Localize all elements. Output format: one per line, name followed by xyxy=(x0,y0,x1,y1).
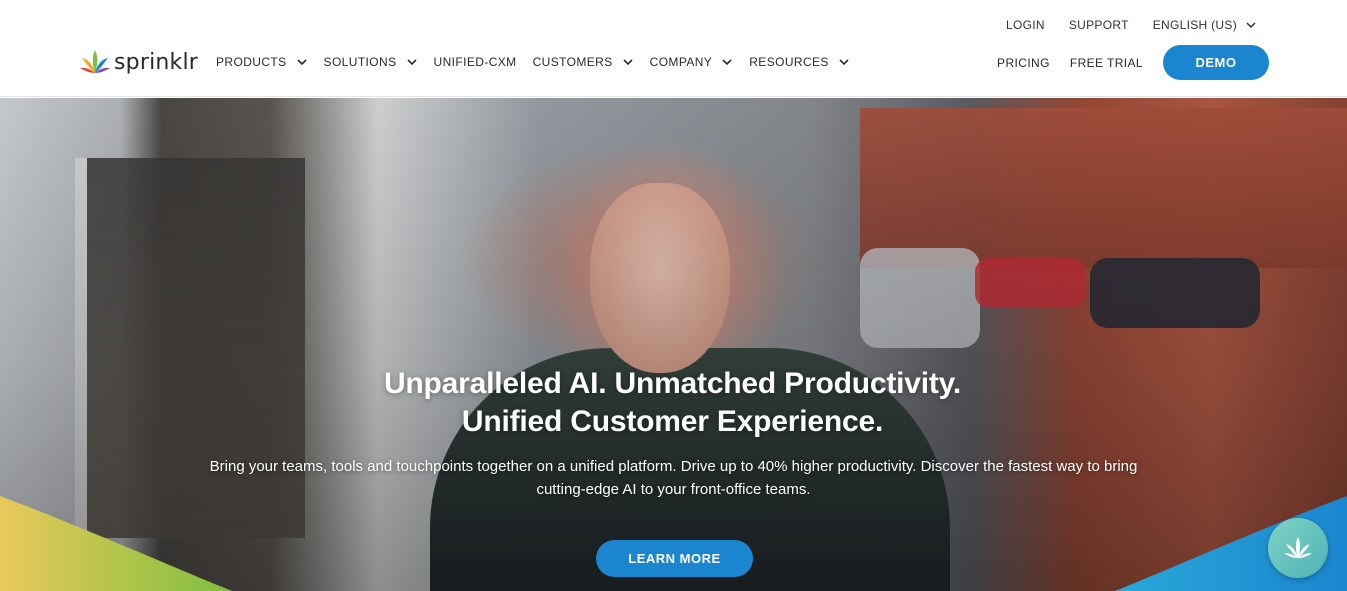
site-header: LOGIN SUPPORT ENGLISH (US) sprinklr PROD… xyxy=(0,0,1347,97)
nav-products[interactable]: PRODUCTS xyxy=(216,55,308,69)
nav-solutions-label: SOLUTIONS xyxy=(323,55,397,69)
decorative-wave-left xyxy=(0,496,232,591)
chevron-down-icon xyxy=(1246,22,1256,29)
free-trial-link[interactable]: FREE TRIAL xyxy=(1070,56,1143,70)
pricing-link[interactable]: PRICING xyxy=(997,56,1050,70)
sprinklr-logo-icon xyxy=(80,50,110,73)
nav-company[interactable]: COMPANY xyxy=(650,55,734,69)
chevron-down-icon xyxy=(839,59,849,66)
chat-widget-icon xyxy=(1284,536,1312,559)
nav-solutions[interactable]: SOLUTIONS xyxy=(324,55,418,69)
chevron-down-icon xyxy=(296,59,307,66)
hero-banner: Unparalleled AI. Unmatched Productivity.… xyxy=(0,98,1347,591)
hero-subtitle: Bring your teams, tools and touchpoints … xyxy=(209,458,1138,498)
hero-title-line-2: Unified Customer Experience. xyxy=(461,405,884,438)
chevron-down-icon xyxy=(722,59,732,66)
demo-button[interactable]: DEMO xyxy=(1163,45,1269,80)
learn-more-button[interactable]: LEARN MORE xyxy=(596,540,753,577)
support-link[interactable]: SUPPORT xyxy=(1069,18,1129,32)
chevron-down-icon xyxy=(623,59,633,66)
hero-title-line-1: Unparalleled AI. Unmatched Productivity. xyxy=(383,367,962,400)
main-nav: PRODUCTS SOLUTIONS UNIFIED-CXM CUSTOMERS… xyxy=(216,55,850,69)
hero-title: Unparalleled AI. Unmatched Productivity.… xyxy=(0,365,1347,441)
nav-company-label: COMPANY xyxy=(649,55,713,69)
nav-customers-label: CUSTOMERS xyxy=(532,55,613,69)
language-label: ENGLISH (US) xyxy=(1152,18,1237,32)
nav-unified-cxm-label: UNIFIED-CXM xyxy=(433,55,517,69)
chevron-down-icon xyxy=(406,59,417,66)
login-link[interactable]: LOGIN xyxy=(1006,18,1045,32)
nav-unified-cxm[interactable]: UNIFIED-CXM xyxy=(434,55,517,69)
nav-products-label: PRODUCTS xyxy=(216,55,287,69)
chat-widget-button[interactable] xyxy=(1268,518,1328,578)
nav-resources[interactable]: RESOURCES xyxy=(749,55,850,69)
nav-customers[interactable]: CUSTOMERS xyxy=(533,55,634,69)
brand-logo[interactable]: sprinklr xyxy=(80,49,198,75)
nav-resources-label: RESOURCES xyxy=(749,55,829,69)
language-selector[interactable]: ENGLISH (US) xyxy=(1153,18,1257,32)
right-nav: PRICING FREE TRIAL DEMO xyxy=(997,45,1269,80)
brand-name: sprinklr xyxy=(114,49,199,75)
utility-nav: LOGIN SUPPORT ENGLISH (US) xyxy=(1006,18,1257,32)
